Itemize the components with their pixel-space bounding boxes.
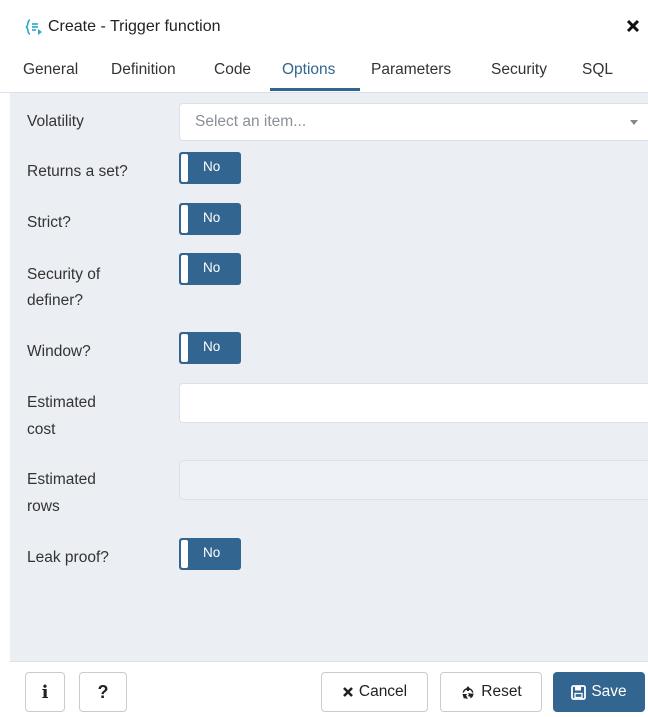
info-button[interactable]: i — [25, 672, 65, 712]
estimated-rows-label-line2: rows — [27, 498, 60, 515]
tab-general[interactable]: General — [23, 52, 78, 90]
estimated-rows-input[interactable] — [179, 460, 648, 500]
volatility-placeholder: Select an item... — [195, 113, 307, 130]
tab-sql[interactable]: SQL — [582, 52, 613, 90]
returns-set-label: Returns a set? — [27, 163, 128, 180]
help-button[interactable]: ? — [79, 672, 127, 712]
estimated-cost-label-line1: Estimated — [27, 394, 96, 411]
active-tab-indicator — [270, 88, 360, 91]
options-panel: Volatility Select an item... Returns a s… — [10, 93, 648, 661]
reset-label: Reset — [481, 683, 522, 700]
close-icon — [626, 19, 640, 33]
tab-parameters[interactable]: Parameters — [371, 52, 451, 90]
security-definer-toggle[interactable]: No — [179, 253, 241, 285]
toggle-knob — [181, 154, 188, 182]
toggle-state: No — [203, 159, 221, 174]
reset-button[interactable]: Reset — [440, 672, 542, 712]
leak-proof-toggle[interactable]: No — [179, 538, 241, 570]
info-icon: i — [41, 681, 49, 703]
dialog-titlebar: Create - Trigger function — [0, 0, 648, 52]
tab-options[interactable]: Options — [282, 52, 335, 90]
save-label: Save — [591, 683, 627, 700]
tab-code[interactable]: Code — [214, 52, 251, 90]
tab-security[interactable]: Security — [491, 52, 547, 90]
trigger-function-icon — [24, 17, 44, 37]
save-button[interactable]: Save — [553, 672, 645, 712]
returns-set-toggle[interactable]: No — [179, 152, 241, 184]
help-icon: ? — [97, 681, 109, 702]
strict-label: Strict? — [27, 214, 71, 231]
toggle-knob — [181, 255, 188, 283]
toggle-state: No — [203, 260, 221, 275]
tab-definition[interactable]: Definition — [111, 52, 176, 90]
toggle-knob — [181, 205, 188, 233]
volatility-select[interactable]: Select an item... — [179, 103, 648, 141]
strict-toggle[interactable]: No — [179, 203, 241, 235]
toggle-state: No — [203, 545, 221, 560]
window-label: Window? — [27, 343, 91, 360]
volatility-label: Volatility — [27, 113, 84, 130]
toggle-knob — [181, 334, 188, 362]
recycle-icon — [460, 684, 476, 700]
leak-proof-label: Leak proof? — [27, 549, 109, 566]
create-trigger-function-dialog: Create - Trigger function General Defini… — [0, 0, 648, 717]
security-definer-label-line1: Security of — [27, 266, 101, 283]
toggle-state: No — [203, 210, 221, 225]
estimated-cost-input[interactable] — [179, 383, 648, 423]
floppy-disk-icon — [571, 684, 587, 700]
chevron-down-icon — [630, 120, 638, 125]
cancel-button[interactable]: Cancel — [321, 672, 428, 712]
close-button[interactable] — [626, 19, 644, 37]
estimated-rows-label-line1: Estimated — [27, 471, 96, 488]
close-icon — [342, 686, 354, 698]
security-definer-label-line2: definer? — [27, 292, 84, 309]
window-toggle[interactable]: No — [179, 332, 241, 364]
toggle-state: No — [203, 339, 221, 354]
dialog-footer: i ? Cancel Reset Save — [10, 661, 648, 717]
dialog-title: Create - Trigger function — [48, 18, 221, 35]
toggle-knob — [181, 540, 188, 568]
estimated-cost-label-line2: cost — [27, 421, 56, 438]
cancel-label: Cancel — [358, 683, 408, 700]
tab-bar: General Definition Code Options Paramete… — [0, 52, 648, 93]
